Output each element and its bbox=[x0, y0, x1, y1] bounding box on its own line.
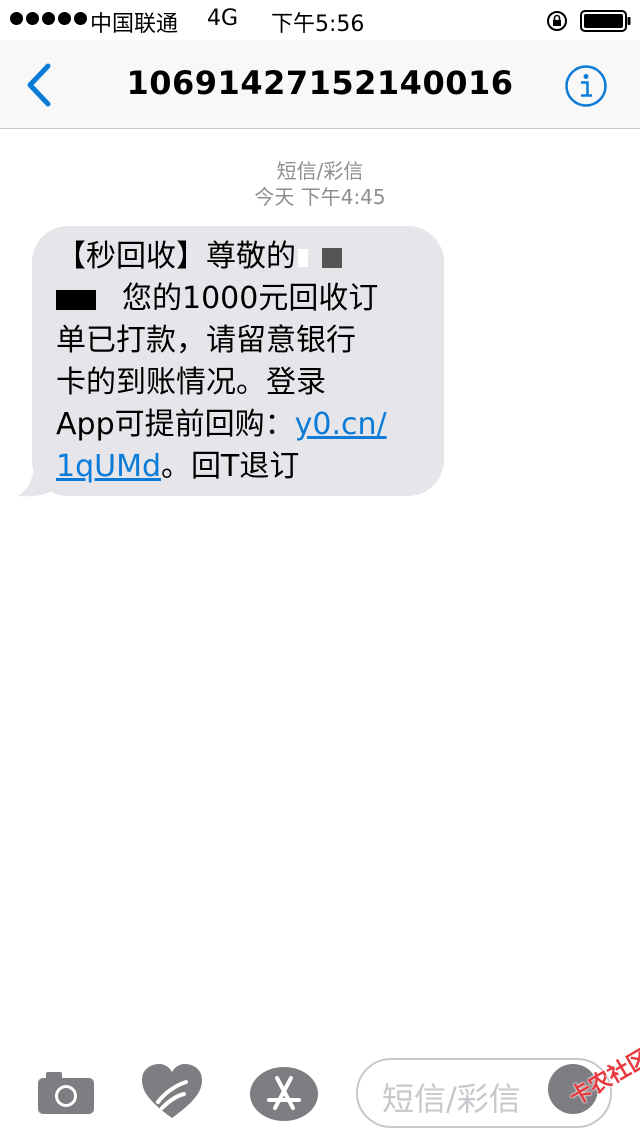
watermark-text: 卡农社区 bbox=[565, 1045, 640, 1111]
digital-touch-heart-icon[interactable] bbox=[140, 1062, 204, 1122]
status-bar: 中国联通 4G 下午5:56 bbox=[0, 0, 640, 40]
battery-icon bbox=[580, 10, 631, 32]
message-input-placeholder: 短信/彩信 bbox=[382, 1080, 521, 1118]
message-line-2: 您的1000元回收订 bbox=[122, 281, 379, 316]
redacted-name-block bbox=[322, 247, 342, 268]
message-link[interactable]: y0.cn/ bbox=[295, 407, 387, 442]
message-line-5: App可提前回购： bbox=[56, 407, 295, 442]
redacted-name-block bbox=[298, 248, 308, 267]
message-line-4: 卡的到账情况。登录 bbox=[56, 365, 326, 400]
carrier-name: 中国联通 bbox=[90, 12, 179, 37]
message-link[interactable]: 1qUMd bbox=[56, 449, 161, 484]
nav-bar: 10691427152140016 bbox=[0, 40, 640, 129]
signal-strength-icon bbox=[10, 12, 87, 25]
message-service-label: 短信/彩信 bbox=[276, 159, 364, 183]
camera-icon[interactable] bbox=[36, 1068, 96, 1116]
message-suffix: 。回T退订 bbox=[161, 449, 300, 484]
bubble-tail bbox=[18, 466, 58, 497]
message-timestamp: 今天 下午4:45 bbox=[254, 185, 386, 209]
rotation-lock-icon bbox=[547, 11, 567, 31]
message-line-3: 单已打款，请留意银行 bbox=[56, 323, 356, 358]
network-type: 4G bbox=[207, 6, 239, 31]
message-line-1: 【秒回收】尊敬的 bbox=[56, 239, 296, 274]
message-body: 【秒回收】尊敬的 您的1000元回收订 单已打款，请留意银行 卡的到账情况。登录… bbox=[56, 236, 436, 488]
contact-number-title[interactable]: 10691427152140016 bbox=[0, 64, 640, 102]
messages-screen: 中国联通 4G 下午5:56 10691427152140016 短信/彩信 今… bbox=[0, 0, 640, 1136]
redacted-name-block bbox=[56, 289, 96, 310]
status-time: 下午5:56 bbox=[271, 12, 365, 37]
info-icon[interactable] bbox=[564, 64, 608, 108]
app-store-icon[interactable] bbox=[249, 1066, 319, 1122]
